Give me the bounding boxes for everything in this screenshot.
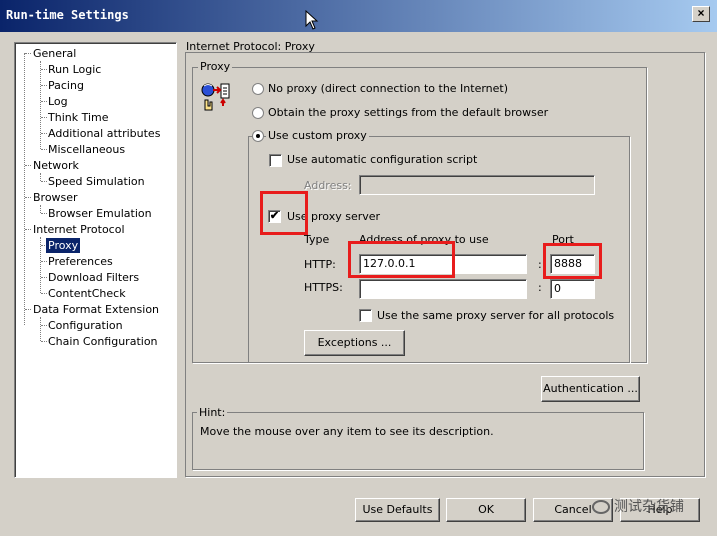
tree-line	[40, 205, 41, 213]
tree-item-general[interactable]: General	[31, 46, 78, 61]
same-proxy-checkbox[interactable]	[359, 309, 372, 322]
proxy-network-icon	[201, 83, 230, 111]
no-proxy-radio[interactable]	[252, 83, 264, 95]
tree-item-download-filters[interactable]: Download Filters	[46, 270, 141, 285]
tree-item-preferences[interactable]: Preferences	[46, 254, 115, 269]
tree-item-contentcheck[interactable]: ContentCheck	[46, 286, 128, 301]
chat-icon	[592, 500, 610, 515]
hint-text: Move the mouse over any item to see its …	[200, 425, 494, 438]
tree-item-configuration[interactable]: Configuration	[46, 318, 125, 333]
auto-config-checkbox[interactable]	[269, 154, 282, 167]
custom-proxy-label[interactable]: Use custom proxy	[266, 129, 369, 142]
tree-item-browser-emulation[interactable]: Browser Emulation	[46, 206, 154, 221]
custom-proxy-radio[interactable]	[252, 130, 264, 142]
address-input[interactable]	[359, 175, 595, 195]
no-proxy-label[interactable]: No proxy (direct connection to the Inter…	[268, 82, 508, 95]
highlight-use-proxy	[260, 191, 308, 235]
ok-button[interactable]: OK	[446, 498, 526, 522]
tree-item-additional-attributes[interactable]: Additional attributes	[46, 126, 162, 141]
window-title: Run-time Settings	[6, 8, 129, 22]
tree-item-log[interactable]: Log	[46, 94, 70, 109]
tree-item-pacing[interactable]: Pacing	[46, 78, 86, 93]
use-defaults-button[interactable]: Use Defaults	[355, 498, 440, 522]
tree-item-proxy[interactable]: Proxy	[46, 238, 81, 253]
https-address-input[interactable]	[359, 279, 527, 299]
hint-group	[192, 412, 644, 470]
address-label: Address:	[304, 179, 352, 192]
watermark-text: 测试杂货铺	[614, 498, 684, 514]
http-colon: :	[538, 258, 542, 271]
browser-proxy-radio[interactable]	[252, 107, 264, 119]
tree-item-data-format-extension[interactable]: Data Format Extension	[31, 302, 161, 317]
close-button[interactable]: ×	[692, 6, 710, 22]
watermark: 测试杂货铺	[592, 496, 684, 516]
authentication-button[interactable]: Authentication ...	[541, 376, 640, 402]
highlight-http-port	[543, 243, 602, 279]
tree-item-browser[interactable]: Browser	[31, 190, 80, 205]
hint-group-label: Hint:	[197, 406, 228, 419]
tree-line	[40, 61, 41, 149]
tree-item-chain-configuration[interactable]: Chain Configuration	[46, 334, 160, 349]
same-proxy-label[interactable]: Use the same proxy server for all protoc…	[377, 309, 614, 322]
tree-item-network[interactable]: Network	[31, 158, 81, 173]
tree-item-speed-simulation[interactable]: Speed Simulation	[46, 174, 147, 189]
settings-tree[interactable]: General Run Logic Pacing Log Think Time …	[14, 42, 177, 478]
browser-proxy-label[interactable]: Obtain the proxy settings from the defau…	[268, 106, 548, 119]
https-colon: :	[538, 281, 542, 294]
proxy-group-label: Proxy	[198, 60, 233, 73]
mouse-pointer-icon	[305, 10, 319, 30]
tree-line	[40, 173, 41, 181]
tree-line	[40, 317, 41, 341]
https-port-input[interactable]: 0	[550, 279, 595, 299]
auto-config-label[interactable]: Use automatic configuration script	[287, 153, 477, 166]
exceptions-button[interactable]: Exceptions ...	[304, 330, 405, 356]
tree-item-think-time[interactable]: Think Time	[46, 110, 111, 125]
tree-item-internet-protocol[interactable]: Internet Protocol	[31, 222, 127, 237]
tree-line	[24, 53, 25, 325]
title-bar: Run-time Settings ×	[0, 0, 717, 32]
https-label: HTTPS:	[304, 281, 343, 294]
highlight-http-address	[348, 241, 455, 278]
tree-item-miscellaneous[interactable]: Miscellaneous	[46, 142, 127, 157]
http-label: HTTP:	[304, 258, 336, 271]
tree-item-run-logic[interactable]: Run Logic	[46, 62, 103, 77]
